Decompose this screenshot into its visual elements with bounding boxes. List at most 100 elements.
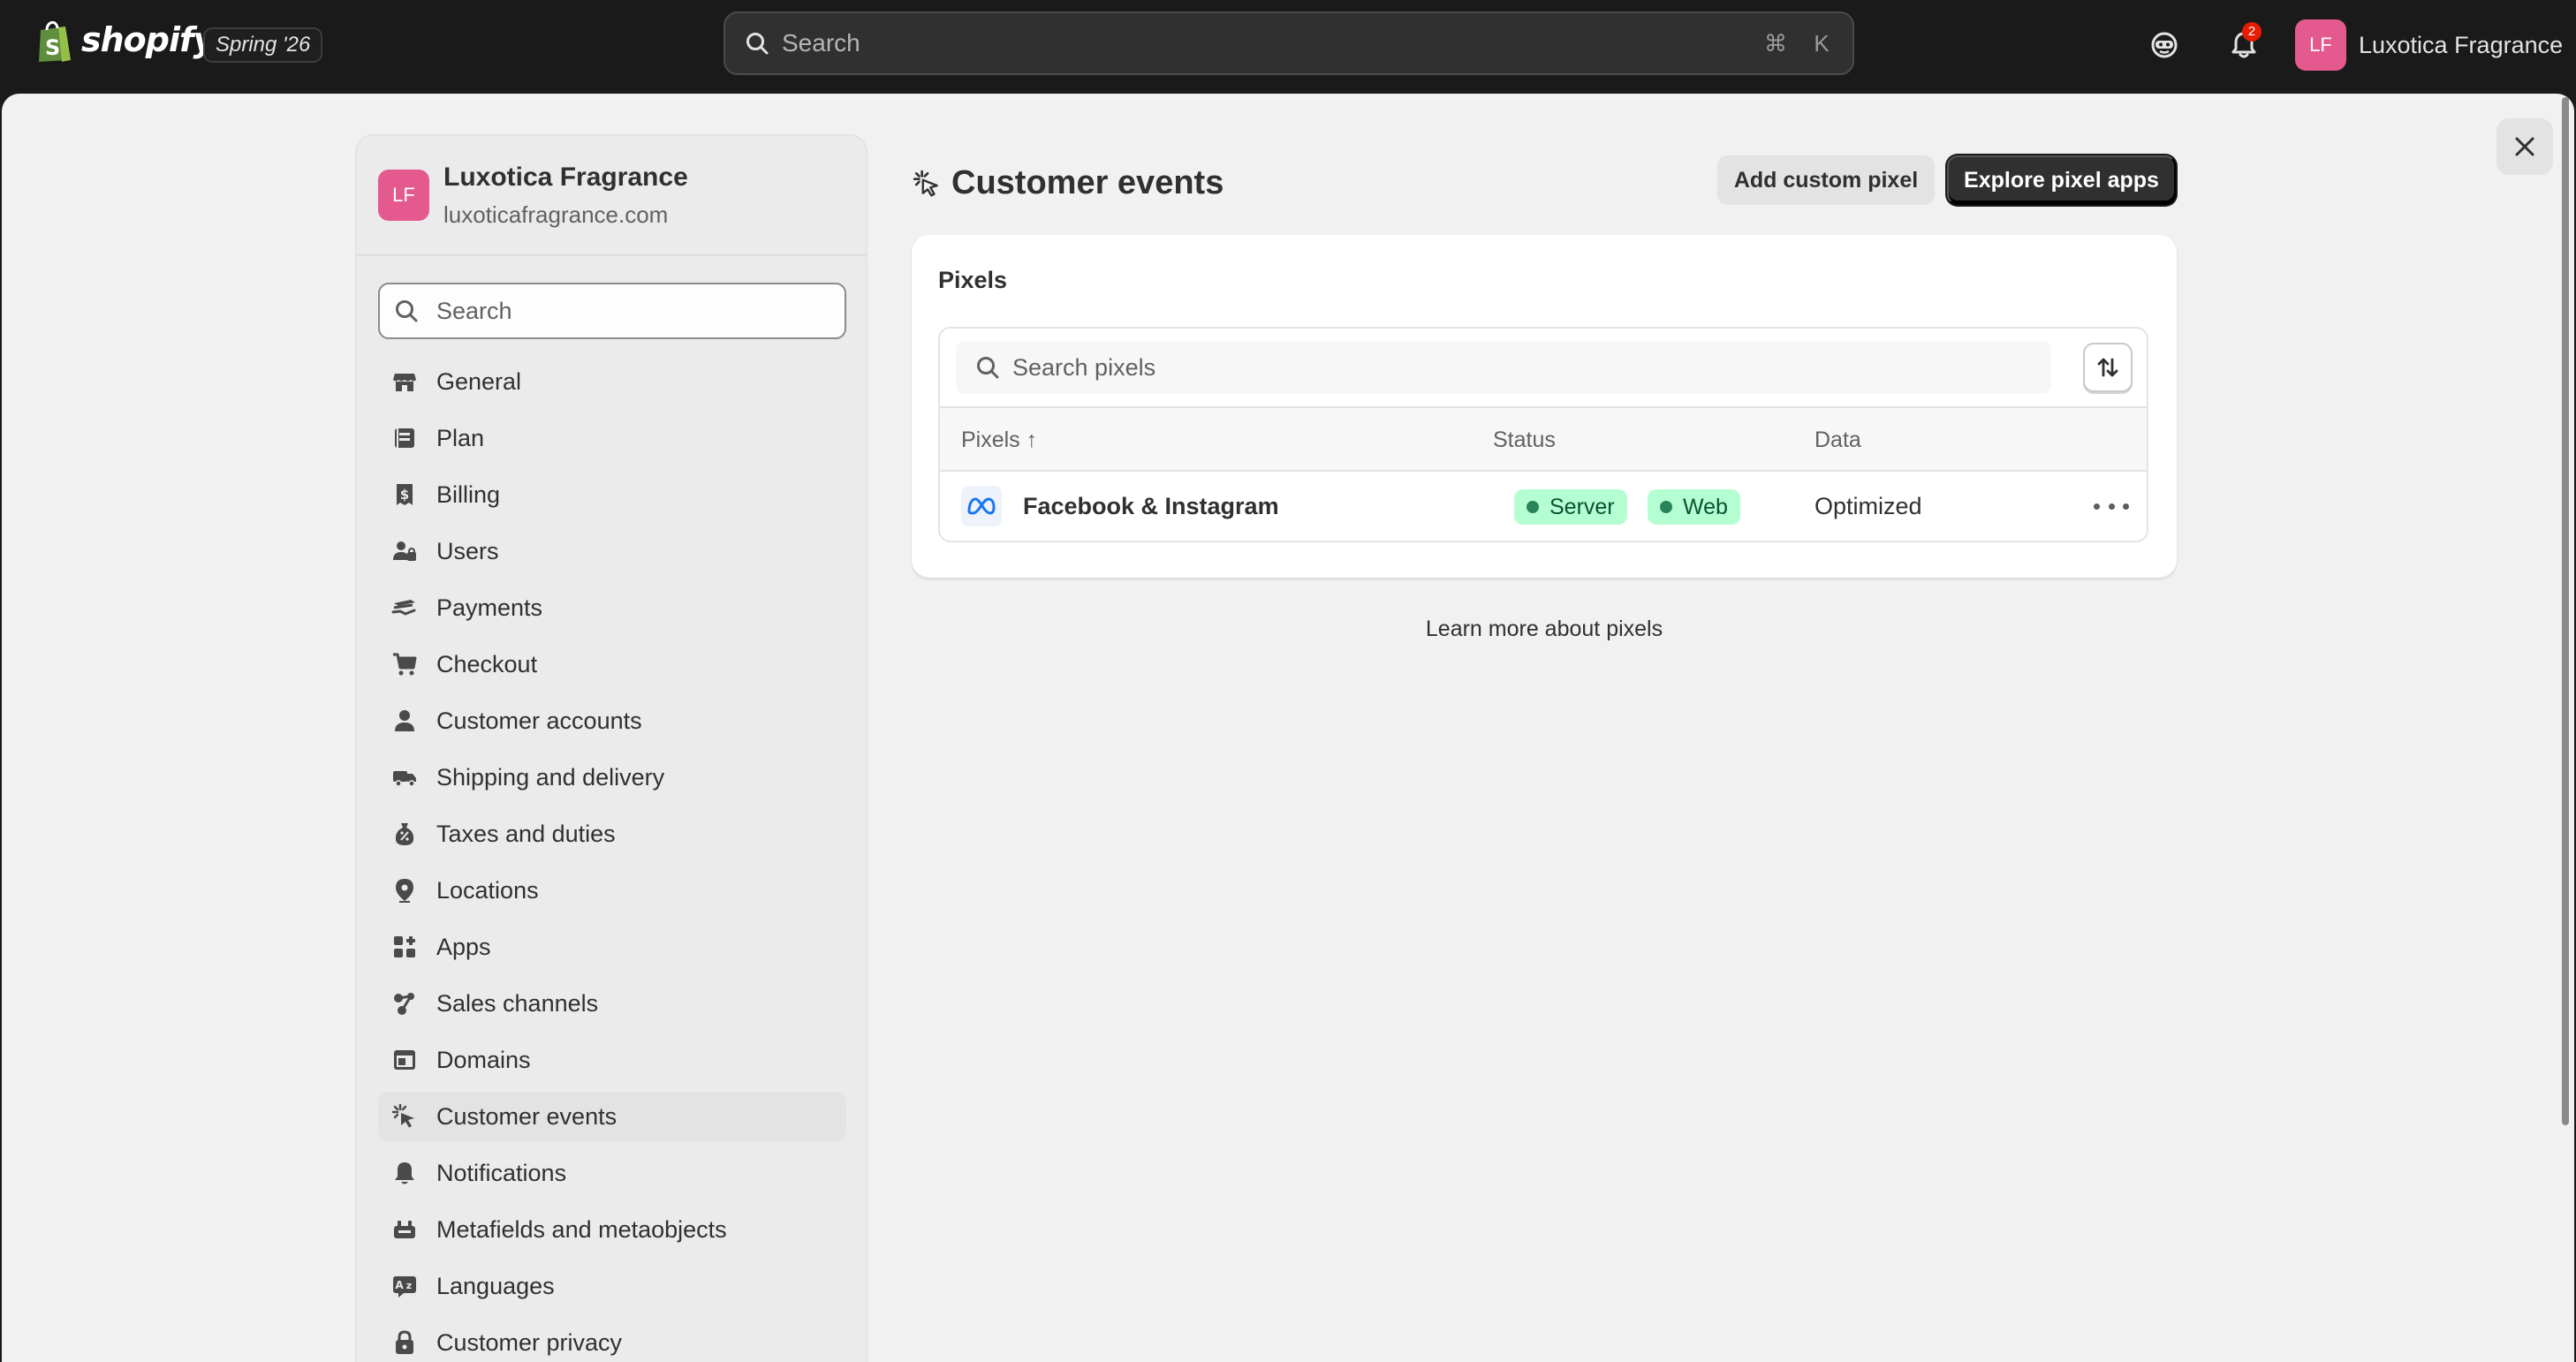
ellipsis-dot <box>2123 503 2129 510</box>
sidebar-item-label: Taxes and duties <box>436 820 616 847</box>
column-header-data: Data <box>1815 428 1861 452</box>
scrollbar-thumb[interactable] <box>2562 97 2569 1125</box>
search-icon <box>977 357 999 379</box>
sidebar-item-languages[interactable]: Az Languages <box>378 1261 846 1311</box>
sales-channels-icon <box>390 989 419 1018</box>
status-badge-server: Server <box>1514 489 1627 525</box>
bell-icon <box>390 1159 419 1187</box>
status-badge-web: Web <box>1648 489 1740 525</box>
settings-nav: General Plan $ Billing Users Payments Ch… <box>378 357 846 1362</box>
close-icon <box>2515 137 2534 156</box>
pixels-table: Search pixels Pixels ↑ Status Data Faceb… <box>938 327 2148 542</box>
sidebar-item-locations[interactable]: Locations <box>378 866 846 915</box>
account-avatar: LF <box>2295 19 2346 71</box>
sidebar-item-label: Sales channels <box>436 989 599 1017</box>
sidebar-item-notifications[interactable]: Notifications <box>378 1148 846 1198</box>
cursor-click-icon <box>913 170 938 197</box>
sidebar-item-metafields-and-metaobjects[interactable]: Metafields and metaobjects <box>378 1205 846 1254</box>
table-row[interactable]: Facebook & Instagram Server Web Optimize… <box>940 472 2147 541</box>
sidebar-item-domains[interactable]: Domains <box>378 1035 846 1085</box>
sidebar-item-customer-privacy[interactable]: Customer privacy <box>378 1318 846 1362</box>
table-header: Pixels ↑ Status Data <box>940 408 2147 472</box>
learn-more-pixels-link[interactable]: Learn more about pixels <box>912 617 2177 642</box>
close-button[interactable] <box>2496 118 2553 175</box>
column-header-pixels[interactable]: Pixels ↑ <box>961 428 1037 453</box>
sidebar-item-label: Customer privacy <box>436 1328 623 1356</box>
store-name: Luxotica Fragrance <box>443 162 688 192</box>
settings-search-placeholder: Search <box>436 297 512 324</box>
search-icon <box>746 33 769 55</box>
sidebar-item-taxes-and-duties[interactable]: Taxes and duties <box>378 809 846 859</box>
shopify-logo[interactable]: S shopify <box>35 19 215 64</box>
page-header: Customer events Add custom pixel Explore… <box>913 155 2176 208</box>
sort-arrows-icon <box>2097 358 2118 377</box>
sidebar-item-label: Users <box>436 537 499 564</box>
apps-icon <box>390 933 419 961</box>
truck-icon <box>390 763 419 791</box>
global-search-placeholder: Search <box>782 29 860 57</box>
location-pin-icon <box>390 876 419 904</box>
sort-button[interactable] <box>2083 343 2133 392</box>
sidekick-button[interactable] <box>2141 22 2187 68</box>
pixel-name: Facebook & Instagram <box>1023 493 1279 519</box>
settings-modal: LF Luxotica Fragrance luxoticafragrance.… <box>2 94 2574 1362</box>
sidebar-item-label: Apps <box>436 933 491 960</box>
sidebar-item-payments[interactable]: Payments <box>378 583 846 632</box>
store-avatar: LF <box>378 170 429 221</box>
sidebar-item-general[interactable]: General <box>378 357 846 406</box>
more-actions-button[interactable] <box>2094 493 2129 519</box>
status-dot <box>1660 501 1672 513</box>
scrollbar[interactable] <box>2560 97 2569 1351</box>
sidebar-item-label: Domains <box>436 1046 531 1073</box>
shopify-bag-icon: S <box>39 21 71 62</box>
sidebar-item-shipping-and-delivery[interactable]: Shipping and delivery <box>378 753 846 802</box>
add-custom-pixel-button[interactable]: Add custom pixel <box>1717 155 1935 205</box>
sidebar-item-label: Customer accounts <box>436 707 642 734</box>
store-icon <box>390 367 419 396</box>
ellipsis-dot <box>2094 503 2100 510</box>
svg-text:$: $ <box>400 487 409 503</box>
notifications-button[interactable]: 2 <box>2221 22 2267 68</box>
account-menu[interactable]: LF Luxotica Fragrance <box>2295 19 2563 71</box>
column-header-status: Status <box>1493 428 1556 452</box>
sidebar-item-label: Shipping and delivery <box>436 763 665 791</box>
sidebar-item-label: Plan <box>436 424 485 451</box>
settings-search-input[interactable]: Search <box>378 283 846 339</box>
sidebar-item-customer-events[interactable]: Customer events <box>378 1092 846 1141</box>
status-label: Server <box>1549 494 1615 519</box>
metafields-icon <box>390 1215 419 1244</box>
sidebar-item-label: General <box>436 367 522 395</box>
tax-icon <box>390 820 419 848</box>
sidebar-item-apps[interactable]: Apps <box>378 922 846 972</box>
sidebar-item-label: Billing <box>436 480 501 508</box>
sidebar-item-sales-channels[interactable]: Sales channels <box>378 979 846 1028</box>
search-pixels-input[interactable]: Search pixels <box>956 341 2051 394</box>
sidebar-item-checkout[interactable]: Checkout <box>378 639 846 689</box>
column-header-pixels-label: Pixels <box>961 428 1020 452</box>
shortcut-k-key: K <box>1814 29 1830 57</box>
sidebar-item-label: Languages <box>436 1272 555 1299</box>
edition-badge[interactable]: Spring '26 <box>203 27 323 63</box>
global-search[interactable]: Search ⌘ K <box>724 11 1854 75</box>
store-header[interactable]: LF Luxotica Fragrance luxoticafragrance.… <box>357 136 866 256</box>
sidebar-item-users[interactable]: Users <box>378 526 846 576</box>
lock-icon <box>390 1328 419 1357</box>
svg-text:z: z <box>406 1280 412 1291</box>
store-info: Luxotica Fragrance luxoticafragrance.com <box>443 163 688 229</box>
pixels-card: Pixels Search pixels Pixels ↑ Status Dat… <box>912 235 2177 578</box>
search-icon <box>396 300 418 322</box>
sidebar-item-plan[interactable]: Plan <box>378 413 846 463</box>
person-icon <box>390 707 419 735</box>
sidebar-item-label: Locations <box>436 876 539 904</box>
sidebar-item-customer-accounts[interactable]: Customer accounts <box>378 696 846 745</box>
pixels-search-row: Search pixels <box>940 329 2147 408</box>
top-bar: S shopify Spring '26 Search ⌘ K 2 LF Lux… <box>0 0 2576 94</box>
sidebar-item-billing[interactable]: $ Billing <box>378 470 846 519</box>
sidebar-item-label: Customer events <box>436 1102 617 1130</box>
status-dot <box>1527 501 1539 513</box>
shortcut-command-key: ⌘ <box>1764 29 1787 57</box>
sidebar-item-label: Metafields and metaobjects <box>436 1215 727 1243</box>
explore-pixel-apps-button[interactable]: Explore pixel apps <box>1947 155 2176 205</box>
svg-text:S: S <box>45 35 60 60</box>
notification-count-badge: 2 <box>2242 22 2262 42</box>
